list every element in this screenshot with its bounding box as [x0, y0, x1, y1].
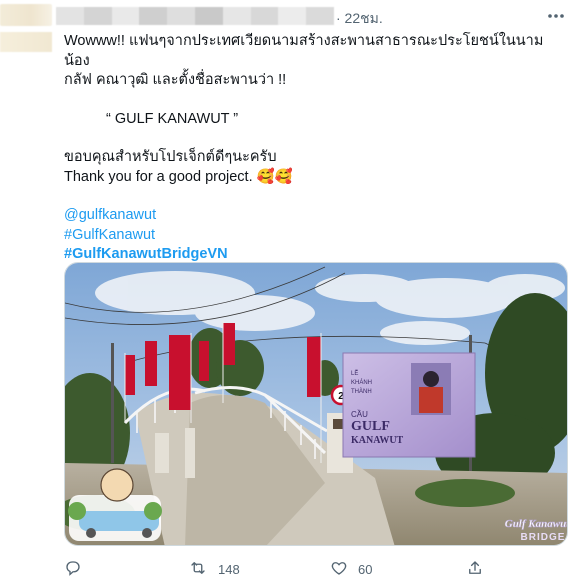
banner-line: LỄ: [351, 370, 358, 377]
reply-icon[interactable]: [64, 559, 82, 580]
author-name-redacted[interactable]: [56, 7, 334, 25]
share-button[interactable]: [466, 558, 484, 580]
banner-line: KHÁNH: [351, 379, 372, 386]
watermark-line2: BRIDGE: [521, 532, 566, 543]
retweet-icon[interactable]: [188, 559, 208, 580]
like-button[interactable]: 60: [330, 558, 372, 580]
tweet-line: กลัฟ คณาวุฒิ และตั้งชื่อสะพานว่า !!: [64, 72, 287, 88]
smiling-hearts-emoji-icon: 🥰🥰: [256, 168, 293, 185]
portrait-head: [423, 371, 439, 387]
like-count: 60: [358, 561, 373, 577]
portrait-body: [419, 387, 443, 413]
hashtag-link[interactable]: #GulfKanawut: [64, 226, 564, 246]
watermark-line1: Gulf Kanawut: [505, 518, 568, 530]
bridge-pillar: [155, 433, 169, 473]
heart-icon[interactable]: [330, 559, 348, 580]
tweet-timestamp[interactable]: · 22ชม.: [336, 8, 383, 30]
banner-line: THÀNH: [351, 388, 372, 395]
retweet-button[interactable]: 148: [188, 558, 240, 580]
avatar-shadow: [0, 32, 52, 52]
retweet-count: 148: [218, 561, 240, 577]
thanks-english: Thank you for a good project. 🥰🥰: [64, 168, 564, 188]
banner-gulf: GULF: [351, 419, 390, 434]
tweet-header: · 22ชม.: [0, 0, 576, 52]
bridge-pillar: [185, 428, 195, 478]
tweet-text: Wowww!! แฟนๆจากประเทศเวียดนามสร้างสะพานส…: [64, 32, 564, 265]
mention-link[interactable]: @gulfkanawut: [64, 206, 564, 226]
tweet-card[interactable]: · 22ชม. Wowww!! แฟนๆจากประเทศเวียดนามสร้…: [0, 0, 576, 580]
bridge-photo: 2 LỄ KHÁNH THÀNH CẦU GULF KANAWUT Gulf K…: [65, 263, 568, 545]
bridge-name-quote: “ GULF KANAWUT ”: [106, 110, 239, 127]
tweet-line: Wowww!! แฟนๆจากประเทศเวียดนามสร้างสะพานส…: [64, 33, 544, 69]
banner-cau: CẦU: [351, 409, 368, 419]
tweet-actions: 148 60: [64, 558, 564, 580]
thanks-english-text: Thank you for a good project.: [64, 168, 253, 185]
reply-button[interactable]: [64, 558, 82, 580]
thanks-thai: ขอบคุณสำหรับโปรเจ็กต์ดีๆนะครับ: [64, 149, 277, 165]
tweet-photo[interactable]: 2 LỄ KHÁNH THÀNH CẦU GULF KANAWUT Gulf K…: [64, 262, 568, 546]
banner-kanawut: KANAWUT: [351, 435, 404, 446]
utility-pole: [111, 343, 114, 463]
share-icon[interactable]: [466, 559, 484, 580]
more-horizontal-icon[interactable]: [544, 6, 568, 26]
avatar[interactable]: [0, 4, 52, 26]
